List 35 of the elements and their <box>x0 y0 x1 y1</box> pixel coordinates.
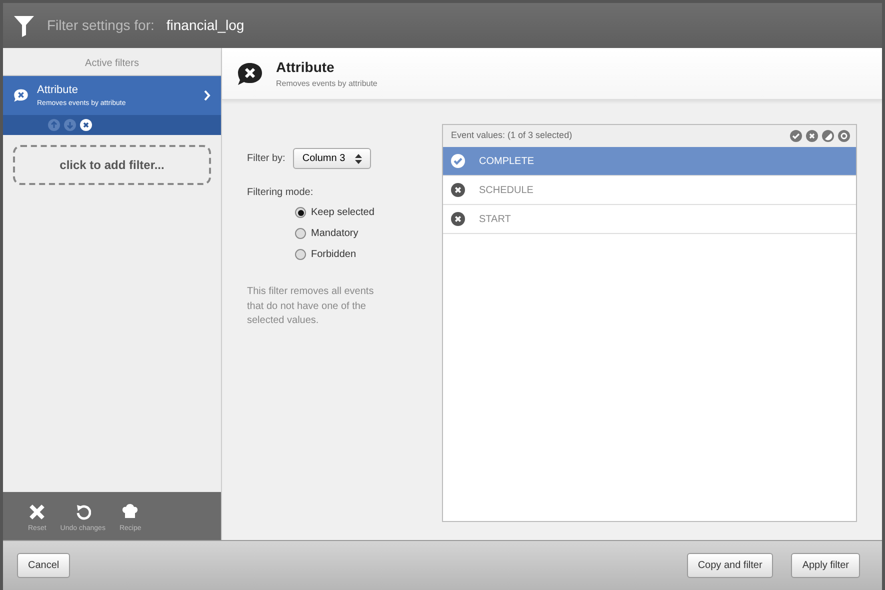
invert-icon[interactable] <box>822 130 834 142</box>
chevron-icon <box>204 90 211 101</box>
speech-close-icon <box>236 60 264 86</box>
footer-button[interactable]: Cancel <box>17 553 70 578</box>
undo-icon <box>74 504 91 520</box>
radio-button[interactable] <box>295 228 306 239</box>
radio-option[interactable]: Keep selected <box>247 204 380 221</box>
funnel-icon <box>13 14 35 38</box>
window-title: Filter settings for: <box>47 16 154 35</box>
remove-icon[interactable] <box>80 119 92 131</box>
log-name: financial_log <box>166 16 244 35</box>
clear-all-icon[interactable] <box>806 130 818 142</box>
mode-label: Filtering mode: <box>247 186 314 200</box>
close-icon <box>451 183 465 197</box>
check-all-icon[interactable] <box>790 130 802 142</box>
chef-hat-icon <box>121 502 140 520</box>
event-value-row[interactable]: COMPLETE <box>443 147 856 176</box>
filter-title: Attribute <box>276 58 336 77</box>
speech-close-icon <box>13 88 29 103</box>
footer-button[interactable]: Copy and filter <box>686 553 774 578</box>
radio-option[interactable]: Forbidden <box>247 246 362 263</box>
close-icon <box>29 504 46 520</box>
check-icon <box>451 154 465 168</box>
add-filter-button[interactable]: click to add filter... <box>13 145 211 185</box>
filter-subtitle: Removes events by attribute <box>276 78 378 90</box>
column-dropdown[interactable]: Column 3 <box>293 148 372 169</box>
updown-icon <box>355 154 362 164</box>
filter-description: This filter removes all events that do not have one of the selected values. <box>247 285 375 328</box>
radio-button[interactable] <box>295 207 306 218</box>
footer-button[interactable]: Apply filter <box>791 553 860 578</box>
radio-option[interactable]: Mandatory <box>247 225 364 242</box>
event-values-header: Event values: (1 of 3 selected) <box>451 129 572 142</box>
radio-button[interactable] <box>295 249 306 260</box>
filter-by-label: Filter by: <box>247 152 286 166</box>
close-icon <box>451 212 465 226</box>
